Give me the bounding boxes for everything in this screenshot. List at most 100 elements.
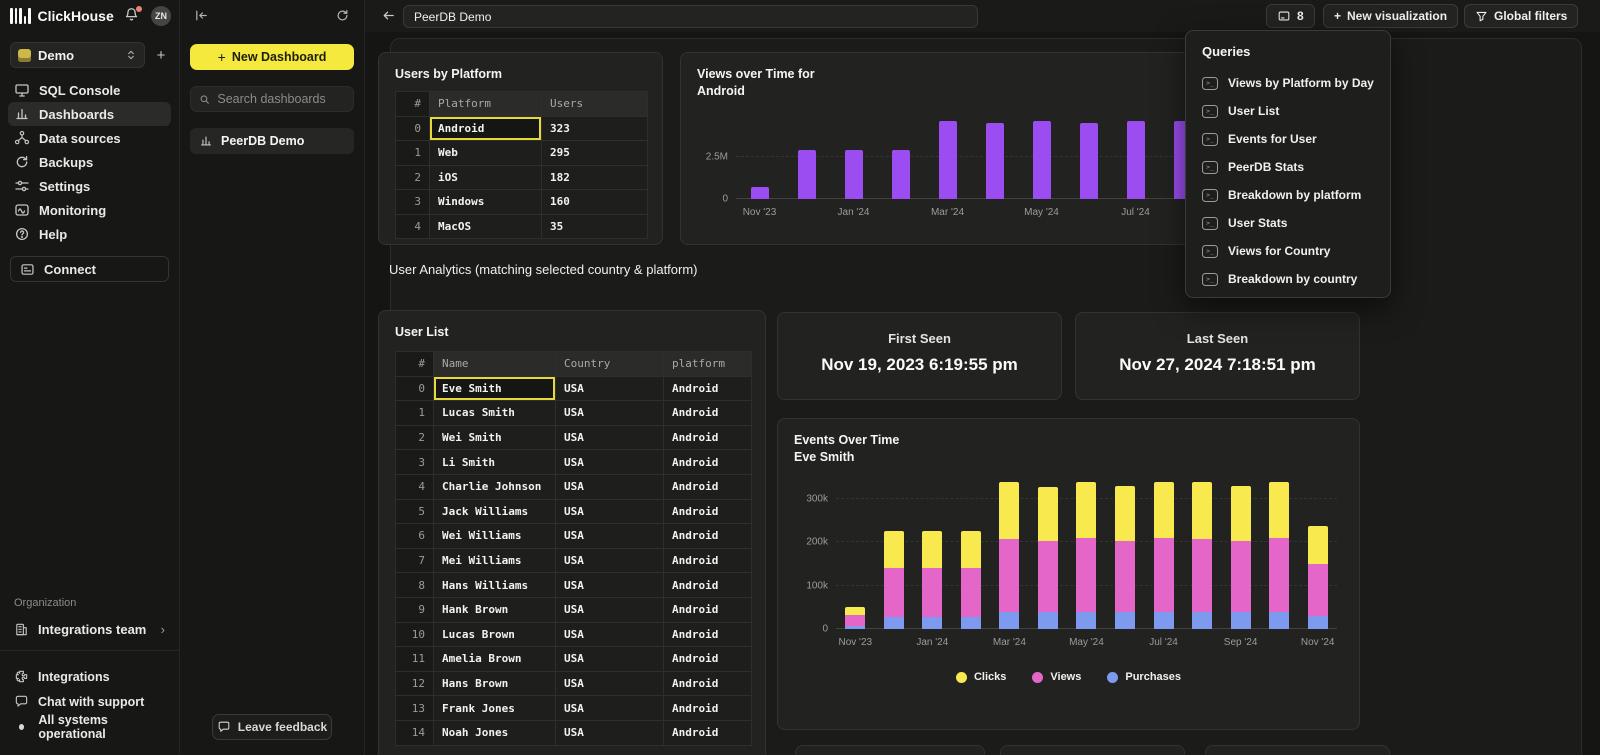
sidebar-item-help[interactable]: Help xyxy=(8,222,171,246)
collapse-panel-icon[interactable] xyxy=(194,8,209,23)
sidebar-item-data-sources[interactable]: Data sources xyxy=(8,126,171,150)
table-cell[interactable]: Android xyxy=(664,573,752,598)
query-item[interactable]: >_PeerDB Stats xyxy=(1202,153,1382,181)
table-cell[interactable]: Hans Williams xyxy=(434,573,556,598)
table-cell[interactable]: Lucas Brown xyxy=(434,622,556,647)
sidebar-item-backups[interactable]: Backups xyxy=(8,150,171,174)
bar[interactable] xyxy=(884,476,904,629)
connect-button[interactable]: Connect xyxy=(10,256,169,282)
bar[interactable] xyxy=(1038,476,1058,629)
table-cell[interactable]: Web xyxy=(430,141,542,166)
query-item[interactable]: >_Breakdown by platform xyxy=(1202,181,1382,209)
table-cell[interactable]: USA xyxy=(556,474,664,499)
dashboard-title-input[interactable]: PeerDB Demo xyxy=(403,5,978,28)
table-cell[interactable]: USA xyxy=(556,573,664,598)
table-cell[interactable]: Windows xyxy=(430,190,542,215)
avatar[interactable]: ZN xyxy=(151,6,171,26)
legend-item[interactable]: Views xyxy=(1032,671,1081,683)
table-cell[interactable]: USA xyxy=(556,696,664,721)
bar[interactable] xyxy=(845,150,863,199)
table-cell[interactable]: Noah Jones xyxy=(434,720,556,745)
bar[interactable] xyxy=(986,123,1004,199)
back-button[interactable] xyxy=(381,8,396,23)
table-cell[interactable]: Android xyxy=(664,647,752,672)
table-cell[interactable]: iOS xyxy=(430,165,542,190)
table-cell[interactable]: Wei Smith xyxy=(434,425,556,450)
bar[interactable] xyxy=(1127,121,1145,199)
table-cell[interactable]: Jack Williams xyxy=(434,499,556,524)
table-cell[interactable]: Li Smith xyxy=(434,450,556,475)
table-cell[interactable]: USA xyxy=(556,401,664,426)
table-cell[interactable]: USA xyxy=(556,597,664,622)
table-cell[interactable]: Android xyxy=(664,622,752,647)
bar[interactable] xyxy=(798,150,816,199)
sidebar-item-monitoring[interactable]: Monitoring xyxy=(8,198,171,222)
new-visualization-button[interactable]: + New visualization xyxy=(1323,4,1458,28)
table-cell[interactable]: Android xyxy=(664,474,752,499)
table-cell[interactable]: Android xyxy=(664,450,752,475)
legend-item[interactable]: Clicks xyxy=(956,671,1006,683)
table-cell[interactable]: USA xyxy=(556,671,664,696)
refresh-icon[interactable] xyxy=(335,8,350,23)
table-cell[interactable]: USA xyxy=(556,548,664,573)
notifications-bell-icon[interactable] xyxy=(123,6,143,26)
bar[interactable] xyxy=(1080,123,1098,199)
table-cell[interactable]: Lucas Smith xyxy=(434,401,556,426)
bar[interactable] xyxy=(845,476,865,629)
table-cell[interactable]: 323 xyxy=(542,116,648,141)
bar[interactable] xyxy=(1033,121,1051,199)
bar[interactable] xyxy=(751,187,769,199)
legend-item[interactable]: Purchases xyxy=(1107,671,1181,683)
table-cell[interactable]: USA xyxy=(556,622,664,647)
query-item[interactable]: >_Events for User xyxy=(1202,125,1382,153)
global-filters-button[interactable]: Global filters xyxy=(1464,4,1578,28)
query-item[interactable]: >_User Stats xyxy=(1202,209,1382,237)
table-cell[interactable]: 35 xyxy=(542,214,648,239)
bar[interactable] xyxy=(939,121,957,199)
table-cell[interactable]: Android xyxy=(664,720,752,745)
table-cell[interactable]: Android xyxy=(664,696,752,721)
sidebar-item-chat-support[interactable]: Chat with support xyxy=(8,689,171,714)
table-cell[interactable]: Amelia Brown xyxy=(434,647,556,672)
add-workspace-button[interactable]: + xyxy=(151,47,171,64)
table-cell[interactable]: USA xyxy=(556,647,664,672)
new-dashboard-button[interactable]: + New Dashboard xyxy=(190,44,354,70)
table-cell[interactable]: Android xyxy=(664,401,752,426)
panel-count-button[interactable]: 8 xyxy=(1266,4,1315,28)
table-cell[interactable]: USA xyxy=(556,524,664,549)
table-cell[interactable]: Hank Brown xyxy=(434,597,556,622)
query-item[interactable]: >_Views for Country xyxy=(1202,237,1382,265)
table-cell[interactable]: Android xyxy=(664,376,752,401)
table-cell[interactable]: 160 xyxy=(542,190,648,215)
bar[interactable] xyxy=(1308,476,1328,629)
table-cell[interactable]: Android xyxy=(664,499,752,524)
table-cell[interactable]: 295 xyxy=(542,141,648,166)
table-cell[interactable]: Android xyxy=(664,671,752,696)
sidebar-item-settings[interactable]: Settings xyxy=(8,174,171,198)
table-cell[interactable]: 182 xyxy=(542,165,648,190)
workspace-select[interactable]: Demo xyxy=(10,42,145,68)
sidebar-item-integrations[interactable]: Integrations xyxy=(8,664,171,689)
bar[interactable] xyxy=(892,150,910,199)
table-cell[interactable]: USA xyxy=(556,450,664,475)
bar[interactable] xyxy=(922,476,942,629)
table-cell[interactable]: Android xyxy=(664,597,752,622)
sidebar-item-sql-console[interactable]: SQL Console xyxy=(8,78,171,102)
table-cell[interactable]: Wei Williams xyxy=(434,524,556,549)
bar[interactable] xyxy=(1269,476,1289,629)
sidebar-item-integrations-team[interactable]: Integrations team › xyxy=(8,617,171,641)
sidebar-item-dashboards[interactable]: Dashboards xyxy=(8,102,171,126)
dashboard-search[interactable] xyxy=(190,86,354,112)
table-cell[interactable]: USA xyxy=(556,720,664,745)
bar[interactable] xyxy=(961,476,981,629)
bar[interactable] xyxy=(1192,476,1212,629)
search-input[interactable] xyxy=(217,92,345,106)
table-cell[interactable]: USA xyxy=(556,499,664,524)
query-item[interactable]: >_User List xyxy=(1202,97,1382,125)
table-cell[interactable]: MacOS xyxy=(430,214,542,239)
table-cell[interactable]: USA xyxy=(556,376,664,401)
table-cell[interactable]: Frank Jones xyxy=(434,696,556,721)
table-cell[interactable]: Charlie Johnson xyxy=(434,474,556,499)
leave-feedback-button[interactable]: Leave feedback xyxy=(212,714,332,740)
table-cell[interactable]: Android xyxy=(664,524,752,549)
